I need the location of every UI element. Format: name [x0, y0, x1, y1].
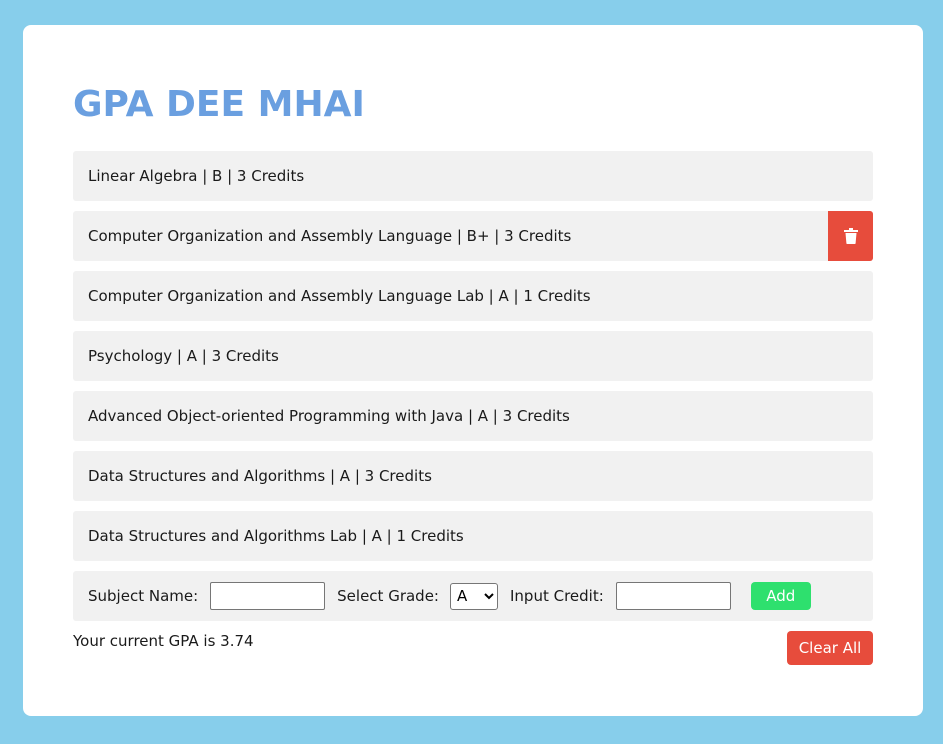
trash-icon	[843, 228, 858, 244]
gpa-result: Your current GPA is 3.74	[73, 632, 254, 650]
course-row[interactable]: Linear Algebra | B | 3 Credits	[73, 151, 873, 201]
course-label: Data Structures and Algorithms Lab | A |…	[88, 527, 464, 545]
course-label: Data Structures and Algorithms | A | 3 C…	[88, 467, 432, 485]
course-label: Linear Algebra | B | 3 Credits	[88, 167, 305, 185]
course-list: Linear Algebra | B | 3 Credits Computer …	[73, 151, 873, 621]
page-title: GPA DEE MHAI	[73, 84, 365, 125]
credit-input[interactable]	[615, 582, 731, 610]
course-label: Advanced Object-oriented Programming wit…	[88, 407, 570, 425]
add-course-form: Subject Name: Select Grade: A Input Cred…	[73, 571, 873, 621]
grade-select[interactable]: A	[450, 582, 498, 610]
gpa-card: GPA DEE MHAI Linear Algebra | B | 3 Cred…	[23, 25, 923, 716]
add-button[interactable]: Add	[750, 582, 811, 610]
course-row[interactable]: Psychology | A | 3 Credits	[73, 331, 873, 381]
grade-label: Select Grade:	[337, 587, 439, 605]
course-label: Computer Organization and Assembly Langu…	[88, 287, 591, 305]
course-label: Psychology | A | 3 Credits	[88, 347, 279, 365]
course-label: Computer Organization and Assembly Langu…	[88, 227, 572, 245]
credit-label: Input Credit:	[510, 587, 604, 605]
subject-name-input[interactable]	[210, 582, 326, 610]
course-row[interactable]: Computer Organization and Assembly Langu…	[73, 271, 873, 321]
course-row[interactable]: Computer Organization and Assembly Langu…	[73, 211, 873, 261]
clear-all-button[interactable]: Clear All	[787, 631, 873, 665]
course-row[interactable]: Advanced Object-oriented Programming wit…	[73, 391, 873, 441]
course-row[interactable]: Data Structures and Algorithms Lab | A |…	[73, 511, 873, 561]
course-row[interactable]: Data Structures and Algorithms | A | 3 C…	[73, 451, 873, 501]
subject-name-label: Subject Name:	[88, 587, 199, 605]
delete-course-button[interactable]	[828, 211, 873, 261]
